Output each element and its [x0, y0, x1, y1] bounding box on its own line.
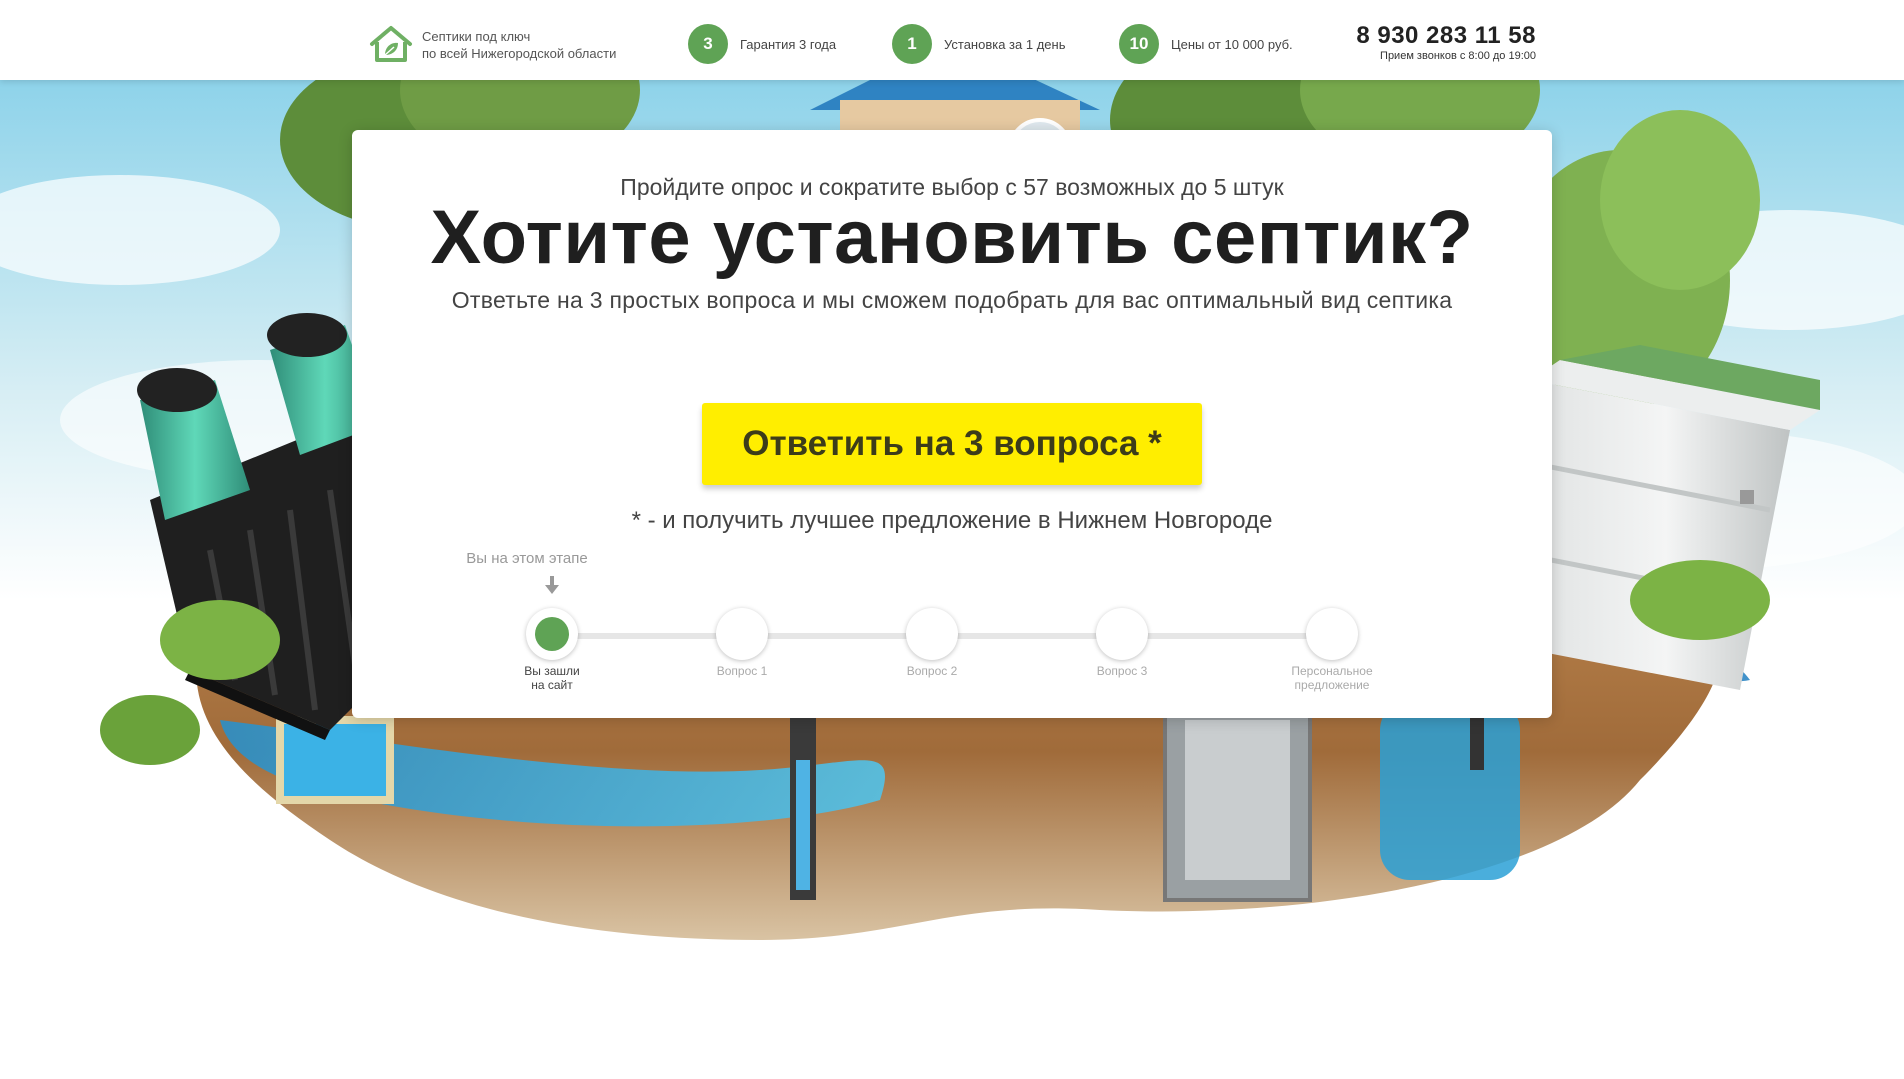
feature-badge: 10	[1119, 24, 1159, 64]
step-label-line: на сайт	[531, 678, 573, 692]
feature-label: Цены от 10 000 руб.	[1171, 36, 1293, 52]
progress-step-question-1	[716, 608, 768, 660]
start-quiz-button[interactable]: Ответить на 3 вопроса *	[702, 403, 1202, 485]
step-label-line: Вопрос 3	[1096, 664, 1148, 678]
phone-number[interactable]: 8 930 283 11 58	[1340, 22, 1536, 50]
step-label-line: Персональное	[1291, 664, 1373, 678]
site-header: Септики под ключ по всей Нижегородской о…	[0, 0, 1904, 80]
step-label-line: Вы зашли	[524, 664, 580, 678]
call-hours: Прием звонков с 8:00 до 19:00	[1380, 50, 1536, 62]
feature-label: Гарантия 3 года	[740, 36, 837, 52]
logo-tagline: Септики под ключ по всей Нижегородской о…	[422, 28, 616, 62]
progress-label-question-3: Вопрос 3	[1052, 664, 1192, 678]
feature-badge: 1	[892, 24, 932, 64]
page-title: Хотите установить септик?	[430, 195, 1474, 280]
progress-step-question-3	[1096, 608, 1148, 660]
progress-current-dot	[535, 617, 569, 651]
current-stage-hint: Вы на этом этапе	[466, 550, 588, 567]
step-label-line: Вопрос 1	[716, 664, 768, 678]
feature-install: 1 Установка за 1 день	[892, 24, 1065, 64]
progress-label-offer: Персональное предложение	[1262, 664, 1402, 692]
step-label-line: предложение	[1294, 678, 1370, 692]
feature-warranty: 3 Гарантия 3 года	[688, 24, 836, 64]
feature-badge: 3	[688, 24, 728, 64]
quiz-card: Пройдите опрос и сократите выбор с 57 во…	[352, 130, 1552, 718]
progress-label-question-2: Вопрос 2	[862, 664, 1002, 678]
progress-step-offer	[1306, 608, 1358, 660]
down-arrow-icon	[545, 576, 559, 594]
cta-footnote: * - и получить лучшее предложение в Нижн…	[631, 507, 1273, 534]
step-label-line: Вопрос 2	[906, 664, 958, 678]
card-lead: Ответьте на 3 простых вопроса и мы сможе…	[451, 287, 1453, 313]
feature-label: Установка за 1 день	[944, 36, 1066, 52]
progress-step-question-2	[906, 608, 958, 660]
phone-block: 8 930 283 11 58 Прием звонков с 8:00 до …	[1340, 22, 1536, 62]
progress-label-visit: Вы зашли на сайт	[482, 664, 622, 692]
feature-price: 10 Цены от 10 000 руб.	[1119, 24, 1293, 64]
logo-line-2: по всей Нижегородской области	[422, 46, 617, 61]
progress-step-visit	[526, 608, 578, 660]
house-leaf-logo-icon[interactable]	[368, 24, 414, 64]
logo-line-1: Септики под ключ	[422, 29, 531, 44]
progress-label-question-1: Вопрос 1	[672, 664, 812, 678]
